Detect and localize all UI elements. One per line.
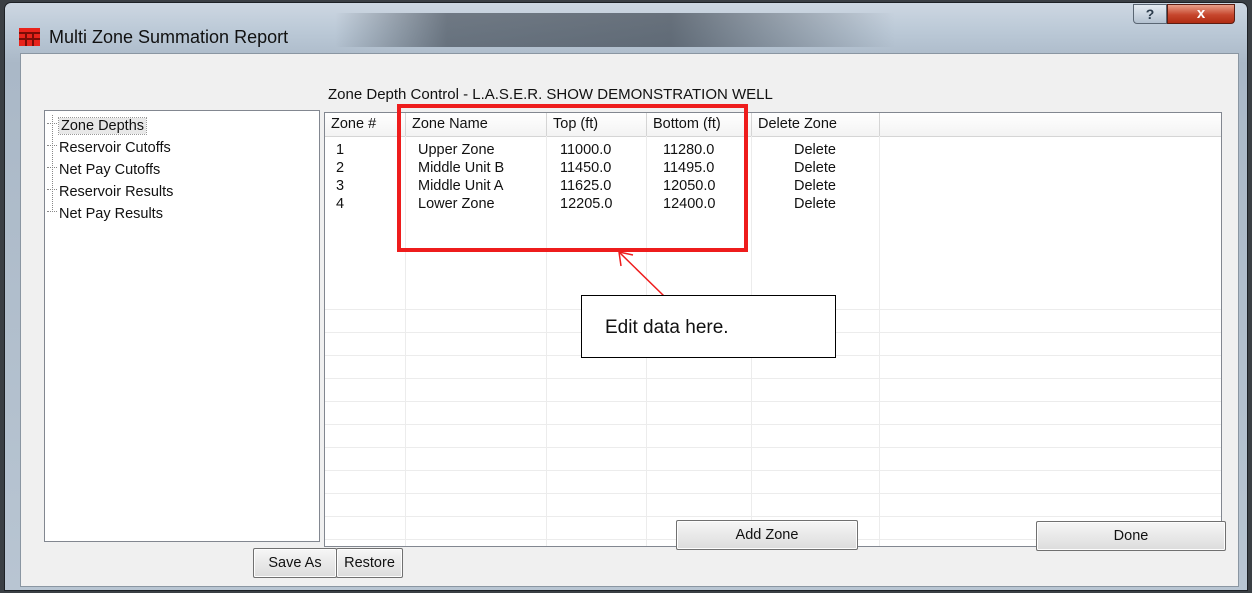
tree-branch	[47, 157, 57, 168]
help-icon: ?	[1145, 6, 1155, 22]
callout-box: Edit data here.	[581, 295, 836, 358]
cell-top[interactable]: 11625.0	[560, 178, 611, 194]
column-header-bottom[interactable]: Bottom (ft)	[647, 113, 752, 136]
tree-item-label: Net Pay Cutoffs	[59, 162, 161, 178]
callout-text: Edit data here.	[605, 317, 729, 338]
cell-top[interactable]: 12205.0	[560, 196, 612, 212]
tree-item-reservoir-results[interactable]: Reservoir Results	[47, 179, 174, 200]
section-title: Zone Depth Control - L.A.S.E.R. SHOW DEM…	[328, 86, 773, 103]
tree-branch	[47, 135, 57, 146]
column-header-zone-number[interactable]: Zone #	[325, 113, 406, 136]
tree-branch	[47, 113, 57, 124]
grid-line	[325, 516, 1221, 517]
cell-zone-name[interactable]: Middle Unit B	[418, 160, 504, 176]
title-bar[interactable]: Multi Zone Summation Report ? x	[5, 3, 1247, 55]
cell-bottom[interactable]: 11280.0	[663, 142, 714, 158]
delete-zone-button[interactable]: Delete	[794, 196, 836, 212]
cell-zone-number[interactable]: 1	[336, 142, 344, 158]
grid-line	[325, 401, 1221, 402]
restore-button[interactable]: Restore	[336, 548, 403, 578]
tree-item-zone-depths[interactable]: Zone Depths	[47, 113, 148, 135]
cell-zone-name[interactable]: Lower Zone	[418, 196, 495, 212]
cell-top[interactable]: 11000.0	[560, 142, 611, 158]
save-as-button[interactable]: Save As	[253, 548, 337, 578]
help-button[interactable]: ?	[1133, 4, 1167, 24]
grid-line	[879, 136, 880, 546]
app-icon	[19, 28, 40, 46]
navigation-tree: Zone Depths Reservoir Cutoffs Net Pay Cu…	[44, 110, 320, 542]
cell-zone-number[interactable]: 2	[336, 160, 344, 176]
done-button[interactable]: Done	[1036, 521, 1226, 551]
delete-zone-button[interactable]: Delete	[794, 178, 836, 194]
cell-bottom[interactable]: 12400.0	[663, 196, 715, 212]
delete-zone-button[interactable]: Delete	[794, 142, 836, 158]
tree-item-label: Net Pay Results	[59, 206, 163, 222]
tree-item-net-pay-cutoffs[interactable]: Net Pay Cutoffs	[47, 157, 161, 178]
column-header-zone-name[interactable]: Zone Name	[406, 113, 547, 136]
close-button[interactable]: x	[1167, 4, 1235, 24]
grid-line	[325, 447, 1221, 448]
tree-item-reservoir-cutoffs[interactable]: Reservoir Cutoffs	[47, 135, 171, 156]
column-header-delete-zone[interactable]: Delete Zone	[752, 113, 880, 136]
tree-item-label: Zone Depths	[57, 117, 148, 135]
delete-zone-button[interactable]: Delete	[794, 160, 836, 176]
cell-zone-name[interactable]: Upper Zone	[418, 142, 495, 158]
tree-branch	[47, 201, 57, 212]
grid-line	[325, 378, 1221, 379]
cell-bottom[interactable]: 12050.0	[663, 178, 715, 194]
tree-branch	[47, 179, 57, 190]
titlebar-reflection	[335, 13, 895, 47]
add-zone-button[interactable]: Add Zone	[676, 520, 858, 550]
tree-item-label: Reservoir Cutoffs	[59, 140, 171, 156]
grid-line	[405, 136, 406, 546]
grid-line	[325, 424, 1221, 425]
cell-zone-number[interactable]: 4	[336, 196, 344, 212]
cell-top[interactable]: 11450.0	[560, 160, 611, 176]
grid-line	[546, 136, 547, 546]
window-title: Multi Zone Summation Report	[49, 27, 289, 47]
column-header-top[interactable]: Top (ft)	[547, 113, 647, 136]
close-icon: x	[1196, 5, 1206, 22]
grid-line	[325, 470, 1221, 471]
tree-item-net-pay-results[interactable]: Net Pay Results	[47, 201, 163, 222]
tree-item-label: Reservoir Results	[59, 184, 174, 200]
grid-line	[325, 493, 1221, 494]
cell-zone-number[interactable]: 3	[336, 178, 344, 194]
grid-header: Zone # Zone Name Top (ft) Bottom (ft) De…	[325, 113, 1221, 137]
cell-zone-name[interactable]: Middle Unit A	[418, 178, 503, 194]
cell-bottom[interactable]: 11495.0	[663, 160, 714, 176]
